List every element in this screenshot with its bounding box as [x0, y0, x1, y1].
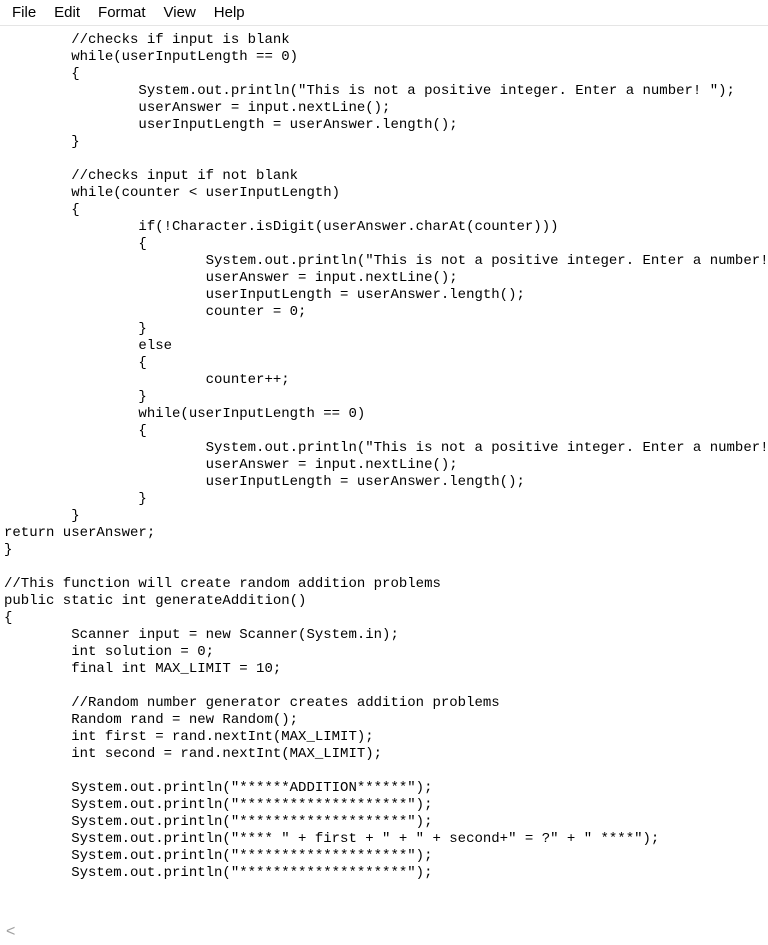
- menu-format[interactable]: Format: [90, 2, 154, 23]
- menu-file[interactable]: File: [4, 2, 44, 23]
- menubar: File Edit Format View Help: [0, 0, 768, 26]
- menu-edit[interactable]: Edit: [46, 2, 88, 23]
- menu-help[interactable]: Help: [206, 2, 253, 23]
- scroll-left-icon[interactable]: <: [6, 923, 15, 941]
- menu-view[interactable]: View: [156, 2, 204, 23]
- code-editor[interactable]: //checks if input is blank while(userInp…: [0, 26, 768, 882]
